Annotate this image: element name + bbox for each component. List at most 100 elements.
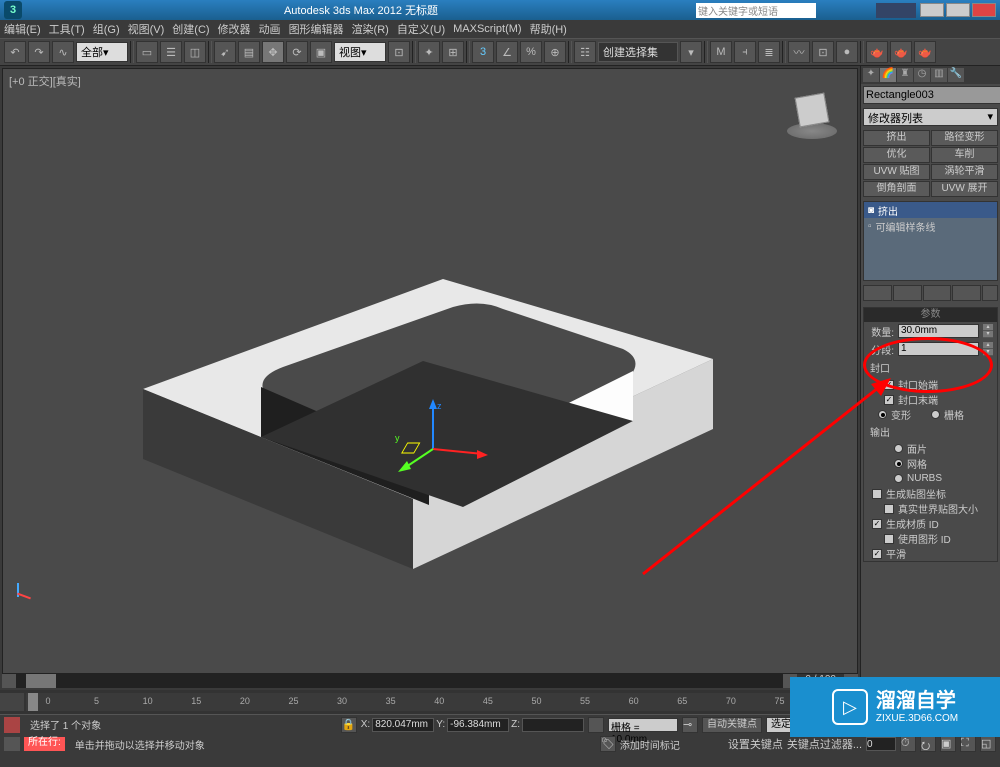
manip-button[interactable]: ✦ (418, 41, 440, 63)
selection-filter-dropdown[interactable]: 全部 ▾ (76, 42, 128, 62)
coord-z-input[interactable] (522, 718, 584, 732)
infocenter-icons[interactable] (876, 3, 916, 18)
nav-maxview-button[interactable]: ⛶ (960, 736, 976, 752)
unique-button[interactable] (923, 285, 952, 301)
schematic-button[interactable]: ⊡ (812, 41, 834, 63)
viewport[interactable]: [+0 正交][真实] (2, 68, 858, 674)
pivot-button[interactable]: ⊡ (388, 41, 410, 63)
stack-item-extrude[interactable]: ◙挤出 (864, 202, 997, 218)
mod-extrude-button[interactable]: 挤出 (863, 130, 930, 146)
select-object-button[interactable]: ➹ (214, 41, 236, 63)
keymode-button-2[interactable]: ⊸ (682, 717, 698, 733)
ref-coord-dropdown[interactable]: 视图 ▾ (334, 42, 386, 62)
object-name-input[interactable] (863, 86, 1000, 104)
setkey-button[interactable]: 设置关键点 (728, 736, 783, 752)
modifier-list-dropdown[interactable]: 修改器列表▾ (863, 108, 998, 126)
spinner-snap-button[interactable]: ⊕ (544, 41, 566, 63)
menu-customize[interactable]: 自定义(U) (397, 21, 445, 37)
time-config-button[interactable] (0, 693, 24, 711)
link-button[interactable]: ∿ (52, 41, 74, 63)
menu-views[interactable]: 视图(V) (128, 21, 165, 37)
render-button[interactable]: 🫖 (914, 41, 936, 63)
select-button[interactable]: ▭ (136, 41, 158, 63)
mod-uvwmap-button[interactable]: UVW 贴图 (863, 164, 930, 180)
menu-modifiers[interactable]: 修改器 (218, 21, 251, 37)
select-name-button[interactable]: ☰ (160, 41, 182, 63)
modifier-stack[interactable]: ◙挤出 ▫可编辑样条线 (863, 201, 998, 281)
menu-group[interactable]: 组(G) (93, 21, 120, 37)
close-button[interactable] (972, 3, 996, 17)
keymode-button[interactable]: ⊞ (442, 41, 464, 63)
macro-rec-icon[interactable] (4, 737, 20, 751)
align-button[interactable]: ⫞ (734, 41, 756, 63)
render-frame-button[interactable]: 🫖 (890, 41, 912, 63)
mod-turbosmooth-button[interactable]: 涡轮平滑 (931, 164, 998, 180)
tab-motion[interactable]: ◷ (914, 68, 930, 82)
move-button[interactable]: ✥ (262, 41, 284, 63)
window-crossing-button[interactable]: ▤ (238, 41, 260, 63)
selset-arrow-button[interactable]: ▾ (680, 41, 702, 63)
edit-selset-button[interactable]: ☷ (574, 41, 596, 63)
menu-animation[interactable]: 动画 (259, 21, 281, 37)
nurbs-radio[interactable] (894, 474, 903, 483)
menu-rendering[interactable]: 渲染(R) (352, 21, 389, 37)
segs-input[interactable]: 1 (898, 342, 979, 356)
mod-optimize-button[interactable]: 优化 (863, 147, 930, 163)
menu-grapheditors[interactable]: 图形编辑器 (289, 21, 344, 37)
mod-pathdef-button[interactable]: 路径变形 (931, 130, 998, 146)
move-gizmo[interactable]: z y (393, 399, 493, 479)
current-frame-input[interactable] (866, 737, 896, 751)
coord-x-input[interactable] (372, 718, 434, 732)
segs-spinner[interactable]: ▴▾ (983, 342, 993, 356)
grid-radio[interactable] (931, 410, 940, 419)
tab-display[interactable]: ▥ (931, 68, 947, 82)
tab-create[interactable]: ✦ (863, 68, 879, 82)
keyfilter-button[interactable]: 关键点过滤器... (787, 736, 862, 752)
menu-help[interactable]: 帮助(H) (530, 21, 567, 37)
autokey-button[interactable]: 自动关键点 (702, 717, 762, 733)
coord-mode-button[interactable] (588, 717, 604, 733)
snap-3-button[interactable]: 3 (472, 41, 494, 63)
time-thumb[interactable] (28, 693, 38, 711)
remove-mod-button[interactable] (952, 285, 981, 301)
stack-item-spline[interactable]: ▫可编辑样条线 (864, 218, 997, 234)
config-stack-button[interactable] (982, 285, 998, 301)
nav-fov-button[interactable]: ▣ (940, 736, 956, 752)
pin-stack-button[interactable] (863, 285, 892, 301)
nav-orbit-button[interactable]: ⭮ (920, 736, 936, 752)
menu-maxscript[interactable]: MAXScript(M) (453, 23, 521, 35)
undo-button[interactable]: ↶ (4, 41, 26, 63)
menu-create[interactable]: 创建(C) (172, 21, 209, 37)
scroll-left-button[interactable] (2, 674, 16, 688)
mod-lathe-button[interactable]: 车削 (931, 147, 998, 163)
minimize-button[interactable] (920, 3, 944, 17)
menu-tools[interactable]: 工具(T) (49, 21, 85, 37)
angle-snap-button[interactable]: ∠ (496, 41, 518, 63)
viewport-hscroll[interactable]: 0 / 100 (2, 674, 858, 688)
percent-snap-button[interactable]: % (520, 41, 542, 63)
maximize-button[interactable] (946, 3, 970, 17)
scroll-thumb[interactable] (26, 674, 56, 688)
viewcube-compass-icon[interactable] (787, 123, 837, 139)
viewcube[interactable] (787, 89, 837, 139)
menu-edit[interactable]: 编辑(E) (4, 21, 41, 37)
mod-bevelprofile-button[interactable]: 倒角剖面 (863, 181, 930, 197)
patch-radio[interactable] (894, 444, 903, 453)
script-rec-icon[interactable] (4, 717, 20, 733)
tab-hierarchy[interactable]: ♜ (897, 68, 913, 82)
mod-uvwunwrap-button[interactable]: UVW 展开 (931, 181, 998, 197)
mesh-radio[interactable] (894, 459, 903, 468)
render-setup-button[interactable]: 🫖 (866, 41, 888, 63)
tab-modify[interactable]: 🌈 (880, 68, 896, 82)
tab-utilities[interactable]: 🔧 (948, 68, 964, 82)
mirror-button[interactable]: M (710, 41, 732, 63)
amount-spinner[interactable]: ▴▾ (983, 324, 993, 338)
redo-button[interactable]: ↷ (28, 41, 50, 63)
layer-button[interactable]: ≣ (758, 41, 780, 63)
viewport-label[interactable]: [+0 正交][真实] (9, 73, 81, 89)
material-button[interactable]: ● (836, 41, 858, 63)
rollout-title[interactable]: 参数 (864, 308, 997, 322)
coord-y-input[interactable] (447, 718, 509, 732)
scale-button[interactable]: ▣ (310, 41, 332, 63)
timeconfig-button[interactable]: ⏱ (900, 736, 916, 752)
